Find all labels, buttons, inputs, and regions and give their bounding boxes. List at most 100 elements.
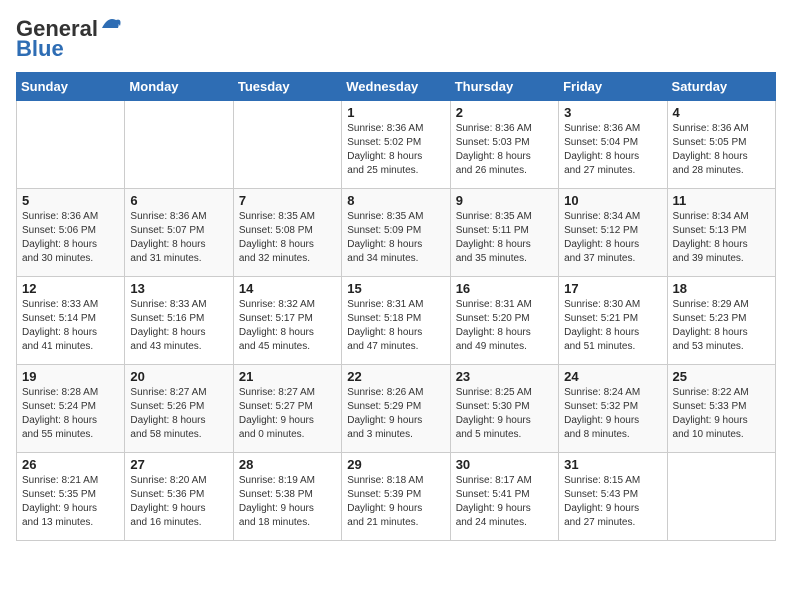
calendar-week-row: 5 Sunrise: 8:36 AM Sunset: 5:06 PM Daylig…: [17, 189, 776, 277]
day-number: 19: [22, 369, 119, 384]
day-info: Sunrise: 8:20 AM Sunset: 5:36 PM Dayligh…: [130, 474, 227, 530]
day-info: Sunrise: 8:33 AM Sunset: 5:14 PM Dayligh…: [22, 298, 119, 354]
day-info: Sunrise: 8:25 AM Sunset: 5:30 PM Dayligh…: [456, 386, 553, 442]
day-info: Sunrise: 8:21 AM Sunset: 5:35 PM Dayligh…: [22, 474, 119, 530]
calendar-day-cell: 12 Sunrise: 8:33 AM Sunset: 5:14 PM Dayli…: [17, 277, 125, 365]
day-number: 26: [22, 457, 119, 472]
day-number: 23: [456, 369, 553, 384]
day-info: Sunrise: 8:19 AM Sunset: 5:38 PM Dayligh…: [239, 474, 336, 530]
day-number: 4: [673, 105, 770, 120]
day-number: 12: [22, 281, 119, 296]
weekday-header-sunday: Sunday: [17, 73, 125, 101]
day-number: 31: [564, 457, 661, 472]
day-number: 7: [239, 193, 336, 208]
calendar-day-cell: 2 Sunrise: 8:36 AM Sunset: 5:03 PM Daylig…: [450, 101, 558, 189]
calendar-day-cell: 13 Sunrise: 8:33 AM Sunset: 5:16 PM Dayli…: [125, 277, 233, 365]
day-number: 2: [456, 105, 553, 120]
calendar-week-row: 19 Sunrise: 8:28 AM Sunset: 5:24 PM Dayli…: [17, 365, 776, 453]
day-info: Sunrise: 8:35 AM Sunset: 5:09 PM Dayligh…: [347, 210, 444, 266]
calendar-week-row: 26 Sunrise: 8:21 AM Sunset: 5:35 PM Dayli…: [17, 453, 776, 541]
day-info: Sunrise: 8:30 AM Sunset: 5:21 PM Dayligh…: [564, 298, 661, 354]
weekday-header-row: SundayMondayTuesdayWednesdayThursdayFrid…: [17, 73, 776, 101]
calendar-day-cell: 23 Sunrise: 8:25 AM Sunset: 5:30 PM Dayli…: [450, 365, 558, 453]
day-number: 14: [239, 281, 336, 296]
calendar-day-cell: 22Sunrise: 8:26 AM Sunset: 5:29 PM Dayli…: [342, 365, 450, 453]
calendar-day-cell: 31 Sunrise: 8:15 AM Sunset: 5:43 PM Dayli…: [559, 453, 667, 541]
day-number: 10: [564, 193, 661, 208]
calendar-day-cell: 7 Sunrise: 8:35 AM Sunset: 5:08 PM Daylig…: [233, 189, 341, 277]
day-info: Sunrise: 8:18 AM Sunset: 5:39 PM Dayligh…: [347, 474, 444, 530]
day-info: Sunrise: 8:31 AM Sunset: 5:18 PM Dayligh…: [347, 298, 444, 354]
weekday-header-saturday: Saturday: [667, 73, 775, 101]
logo-blue-text: Blue: [16, 36, 64, 62]
day-info: Sunrise: 8:24 AM Sunset: 5:32 PM Dayligh…: [564, 386, 661, 442]
day-info: Sunrise: 8:31 AM Sunset: 5:20 PM Dayligh…: [456, 298, 553, 354]
empty-cell: [125, 101, 233, 189]
day-info: Sunrise: 8:27 AM Sunset: 5:26 PM Dayligh…: [130, 386, 227, 442]
day-number: 1: [347, 105, 444, 120]
calendar-day-cell: 19 Sunrise: 8:28 AM Sunset: 5:24 PM Dayli…: [17, 365, 125, 453]
calendar-day-cell: 9 Sunrise: 8:35 AM Sunset: 5:11 PM Daylig…: [450, 189, 558, 277]
weekday-header-wednesday: Wednesday: [342, 73, 450, 101]
calendar-day-cell: 16Sunrise: 8:31 AM Sunset: 5:20 PM Dayli…: [450, 277, 558, 365]
day-number: 6: [130, 193, 227, 208]
day-info: Sunrise: 8:36 AM Sunset: 5:04 PM Dayligh…: [564, 122, 661, 178]
calendar-table: SundayMondayTuesdayWednesdayThursdayFrid…: [16, 72, 776, 541]
calendar-day-cell: 30 Sunrise: 8:17 AM Sunset: 5:41 PM Dayli…: [450, 453, 558, 541]
logo: General Blue: [16, 16, 122, 62]
day-info: Sunrise: 8:15 AM Sunset: 5:43 PM Dayligh…: [564, 474, 661, 530]
day-number: 9: [456, 193, 553, 208]
day-number: 27: [130, 457, 227, 472]
weekday-header-tuesday: Tuesday: [233, 73, 341, 101]
day-number: 28: [239, 457, 336, 472]
day-number: 5: [22, 193, 119, 208]
calendar-week-row: 1Sunrise: 8:36 AM Sunset: 5:02 PM Daylig…: [17, 101, 776, 189]
day-number: 17: [564, 281, 661, 296]
empty-cell: [17, 101, 125, 189]
day-info: Sunrise: 8:28 AM Sunset: 5:24 PM Dayligh…: [22, 386, 119, 442]
weekday-header-monday: Monday: [125, 73, 233, 101]
calendar-day-cell: 10 Sunrise: 8:34 AM Sunset: 5:12 PM Dayli…: [559, 189, 667, 277]
day-number: 15: [347, 281, 444, 296]
calendar-day-cell: 28 Sunrise: 8:19 AM Sunset: 5:38 PM Dayli…: [233, 453, 341, 541]
day-info: Sunrise: 8:36 AM Sunset: 5:06 PM Dayligh…: [22, 210, 119, 266]
day-number: 13: [130, 281, 227, 296]
day-info: Sunrise: 8:22 AM Sunset: 5:33 PM Dayligh…: [673, 386, 770, 442]
calendar-day-cell: 21Sunrise: 8:27 AM Sunset: 5:27 PM Dayli…: [233, 365, 341, 453]
weekday-header-thursday: Thursday: [450, 73, 558, 101]
day-number: 18: [673, 281, 770, 296]
day-info: Sunrise: 8:17 AM Sunset: 5:41 PM Dayligh…: [456, 474, 553, 530]
calendar-day-cell: 11Sunrise: 8:34 AM Sunset: 5:13 PM Dayli…: [667, 189, 775, 277]
day-number: 29: [347, 457, 444, 472]
day-info: Sunrise: 8:36 AM Sunset: 5:07 PM Dayligh…: [130, 210, 227, 266]
day-info: Sunrise: 8:35 AM Sunset: 5:08 PM Dayligh…: [239, 210, 336, 266]
calendar-day-cell: 1Sunrise: 8:36 AM Sunset: 5:02 PM Daylig…: [342, 101, 450, 189]
calendar-day-cell: 4 Sunrise: 8:36 AM Sunset: 5:05 PM Daylig…: [667, 101, 775, 189]
day-info: Sunrise: 8:35 AM Sunset: 5:11 PM Dayligh…: [456, 210, 553, 266]
day-number: 24: [564, 369, 661, 384]
empty-cell: [667, 453, 775, 541]
weekday-header-friday: Friday: [559, 73, 667, 101]
calendar-day-cell: 8 Sunrise: 8:35 AM Sunset: 5:09 PM Daylig…: [342, 189, 450, 277]
calendar-day-cell: 27 Sunrise: 8:20 AM Sunset: 5:36 PM Dayli…: [125, 453, 233, 541]
day-info: Sunrise: 8:33 AM Sunset: 5:16 PM Dayligh…: [130, 298, 227, 354]
day-info: Sunrise: 8:36 AM Sunset: 5:05 PM Dayligh…: [673, 122, 770, 178]
day-info: Sunrise: 8:32 AM Sunset: 5:17 PM Dayligh…: [239, 298, 336, 354]
calendar-day-cell: 15 Sunrise: 8:31 AM Sunset: 5:18 PM Dayli…: [342, 277, 450, 365]
day-info: Sunrise: 8:29 AM Sunset: 5:23 PM Dayligh…: [673, 298, 770, 354]
calendar-day-cell: 6 Sunrise: 8:36 AM Sunset: 5:07 PM Daylig…: [125, 189, 233, 277]
calendar-week-row: 12 Sunrise: 8:33 AM Sunset: 5:14 PM Dayli…: [17, 277, 776, 365]
day-info: Sunrise: 8:34 AM Sunset: 5:12 PM Dayligh…: [564, 210, 661, 266]
calendar-day-cell: 5 Sunrise: 8:36 AM Sunset: 5:06 PM Daylig…: [17, 189, 125, 277]
calendar-day-cell: 18 Sunrise: 8:29 AM Sunset: 5:23 PM Dayli…: [667, 277, 775, 365]
day-number: 21: [239, 369, 336, 384]
day-number: 30: [456, 457, 553, 472]
calendar-day-cell: 20Sunrise: 8:27 AM Sunset: 5:26 PM Dayli…: [125, 365, 233, 453]
day-number: 8: [347, 193, 444, 208]
calendar-day-cell: 17 Sunrise: 8:30 AM Sunset: 5:21 PM Dayli…: [559, 277, 667, 365]
day-info: Sunrise: 8:36 AM Sunset: 5:03 PM Dayligh…: [456, 122, 553, 178]
calendar-day-cell: 25Sunrise: 8:22 AM Sunset: 5:33 PM Dayli…: [667, 365, 775, 453]
day-number: 22: [347, 369, 444, 384]
calendar-day-cell: 26 Sunrise: 8:21 AM Sunset: 5:35 PM Dayli…: [17, 453, 125, 541]
day-number: 11: [673, 193, 770, 208]
